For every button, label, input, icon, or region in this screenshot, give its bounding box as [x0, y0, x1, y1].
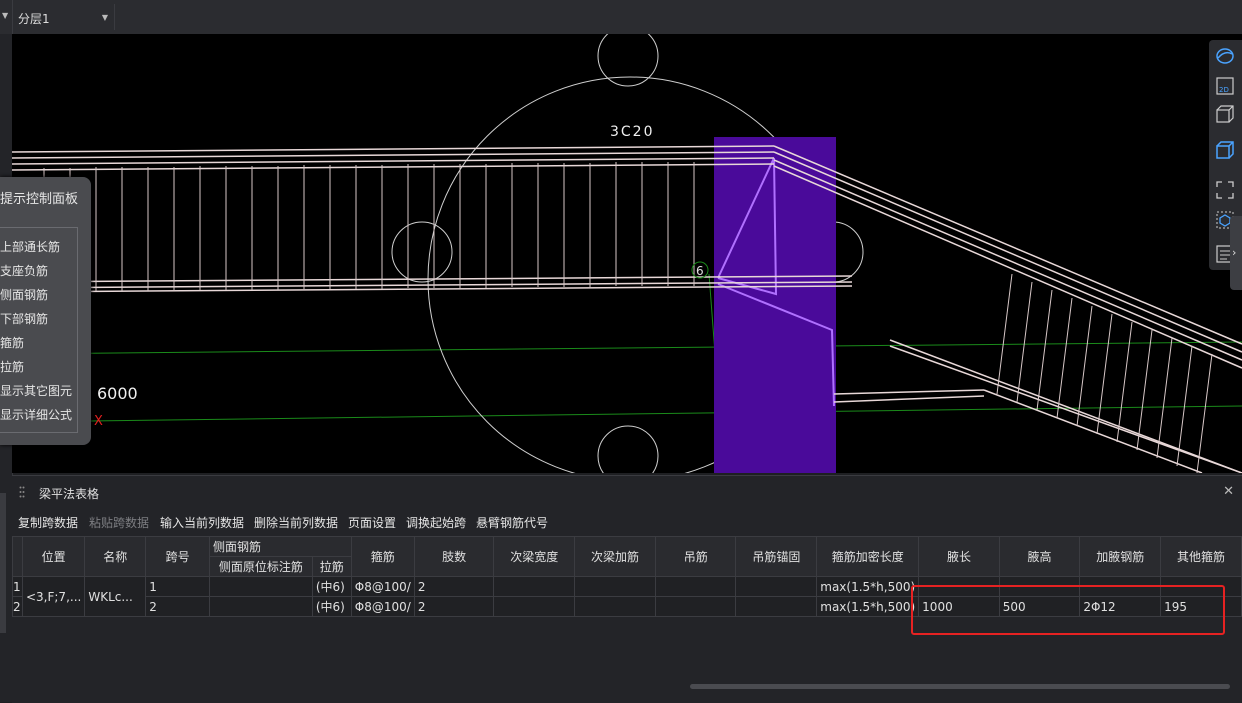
panel-body: [0, 227, 78, 433]
panel-item-other[interactable]: 显示其它图元: [0, 382, 72, 399]
header-legs[interactable]: 肢数: [413, 536, 495, 577]
panel-title: 提示控制面板: [0, 192, 79, 207]
3d-viewport[interactable]: 3C20 6 ▼: [12, 34, 1242, 473]
3d-box-icon[interactable]: [1215, 104, 1235, 124]
header-stirrup[interactable]: 箍筋: [350, 536, 415, 577]
axis-x-label: X: [94, 414, 103, 429]
header-tie[interactable]: 拉筋: [311, 556, 352, 577]
row-number: 2: [12, 596, 23, 617]
left-beam-stirrups: [43, 162, 695, 292]
header-other-stirrup[interactable]: 其他箍筋: [1160, 536, 1242, 577]
header-sec-beam-width[interactable]: 次梁宽度: [493, 536, 576, 577]
chevron-down-icon: ▼: [2, 11, 9, 20]
panel-item-support-rebar[interactable]: 支座负筋: [0, 262, 48, 279]
cell-span[interactable]: 2: [145, 596, 210, 617]
dimension-label: 6000: [97, 384, 138, 403]
header-side-rebar-group[interactable]: 侧面钢筋: [208, 536, 352, 557]
cell-stirrup[interactable]: Φ8@100/: [350, 596, 415, 617]
orbit-icon[interactable]: [1215, 46, 1235, 66]
table-toolbar: 复制跨数据 粘贴跨数据 输入当前列数据 删除当前列数据 页面设置 调换起始跨 悬…: [12, 512, 1242, 532]
dropdown-arrow-cell[interactable]: ▼: [0, 0, 13, 34]
display-control-panel: 提示控制面板 上部通长筋 支座负筋 侧面钢筋 下部钢筋 箍筋 拉筋 显示其它图元…: [0, 177, 91, 445]
cell-tie[interactable]: (中6): [311, 576, 352, 597]
layer-select-value: 分层1: [18, 12, 50, 26]
cell-span[interactable]: 1: [145, 576, 210, 597]
cell-side-orig[interactable]: [208, 576, 313, 597]
highlight-box: [911, 585, 1225, 635]
table-panel-titlebar: 梁平法表格 ✕: [12, 476, 1242, 508]
cell-hanger-anchor[interactable]: [735, 596, 818, 617]
page-setup-button[interactable]: 页面设置: [348, 514, 396, 531]
header-haunch-length[interactable]: 腋长: [918, 536, 1000, 577]
fullscreen-icon[interactable]: [1215, 180, 1235, 200]
paste-span-button[interactable]: 粘贴跨数据: [89, 514, 149, 531]
cell-side-orig[interactable]: [208, 596, 313, 617]
cell-position[interactable]: <3,F;7,...: [21, 576, 86, 617]
right-beam-stirrups: [996, 273, 1213, 473]
header-hanger[interactable]: 吊筋: [654, 536, 737, 577]
vertical-scrollbar[interactable]: [0, 493, 6, 633]
2d-view-icon[interactable]: 2D: [1215, 76, 1235, 96]
cell-densify[interactable]: max(1.5*h,500): [816, 576, 920, 597]
table-panel-title: 梁平法表格: [39, 487, 100, 501]
3d-box-blue-icon[interactable]: [1215, 140, 1235, 160]
panel-item-bottom-rebar[interactable]: 下部钢筋: [0, 310, 48, 327]
drag-handle-icon[interactable]: [19, 486, 25, 498]
cell-legs[interactable]: 2: [413, 596, 495, 617]
panel-item-stirrup[interactable]: 箍筋: [0, 334, 24, 351]
header-name[interactable]: 名称: [84, 536, 147, 577]
swap-start-span-button[interactable]: 调换起始跨: [406, 514, 466, 531]
header-sec-beam-add[interactable]: 次梁加筋: [574, 536, 656, 577]
header-densify[interactable]: 箍筋加密长度: [816, 536, 920, 577]
expand-panel-tab[interactable]: ›: [1230, 216, 1242, 290]
cell-name[interactable]: WKLc...: [84, 576, 147, 617]
beam-3d-model: 3C20 6: [12, 34, 1242, 473]
svg-text:2D: 2D: [1219, 86, 1229, 94]
header-side-orig[interactable]: 侧面原位标注筋: [208, 556, 313, 577]
cell-hanger[interactable]: [654, 576, 737, 597]
row-number-header: [12, 536, 23, 577]
delete-column-button[interactable]: 删除当前列数据: [254, 514, 338, 531]
header-position[interactable]: 位置: [21, 536, 86, 577]
panel-item-formula[interactable]: 显示详细公式: [0, 406, 72, 423]
cell-stirrup[interactable]: Φ8@100/: [350, 576, 415, 597]
header-span[interactable]: 跨号: [145, 536, 210, 577]
cell-sec-beam-add[interactable]: [574, 576, 656, 597]
cell-legs[interactable]: 2: [413, 576, 495, 597]
panel-item-side-rebar[interactable]: 侧面钢筋: [0, 286, 48, 303]
top-toolbar: ▼ 分层1 ▼: [0, 0, 1242, 35]
cell-sec-beam-width[interactable]: [493, 576, 576, 597]
chevron-down-icon: ▼: [101, 13, 108, 22]
cell-sec-beam-add[interactable]: [574, 596, 656, 617]
table-header-row: 位置 名称 跨号 侧面钢筋 箍筋 肢数 次梁宽度 次梁加筋 吊筋 吊筋锚固 箍筋…: [12, 536, 1242, 577]
copy-span-button[interactable]: 复制跨数据: [18, 514, 78, 531]
node-number: 6: [696, 264, 704, 278]
cell-hanger[interactable]: [654, 596, 737, 617]
header-hanger-anchor[interactable]: 吊筋锚固: [735, 536, 818, 577]
cell-hanger-anchor[interactable]: [735, 576, 818, 597]
panel-item-top-rebar[interactable]: 上部通长筋: [0, 238, 60, 255]
cell-tie[interactable]: (中6): [311, 596, 352, 617]
header-haunch-height[interactable]: 腋高: [998, 536, 1081, 577]
cantilever-code-button[interactable]: 悬臂钢筋代号: [476, 514, 548, 531]
horizontal-scrollbar[interactable]: [690, 684, 1230, 689]
small-circle: [391, 221, 453, 283]
rebar-annotation: 3C20: [610, 124, 655, 140]
chevron-right-icon: ›: [1232, 246, 1237, 259]
cell-sec-beam-width[interactable]: [493, 596, 576, 617]
axis-line-green: [12, 341, 1242, 355]
row-number: 1: [12, 576, 23, 597]
close-icon[interactable]: ✕: [1223, 484, 1234, 499]
panel-item-tie[interactable]: 拉筋: [0, 358, 24, 375]
layer-select[interactable]: 分层1 ▼: [14, 4, 115, 30]
header-haunch-rebar[interactable]: 加腋钢筋: [1079, 536, 1162, 577]
input-column-button[interactable]: 输入当前列数据: [160, 514, 244, 531]
cell-densify[interactable]: max(1.5*h,500): [816, 596, 920, 617]
small-circle: [597, 425, 659, 473]
